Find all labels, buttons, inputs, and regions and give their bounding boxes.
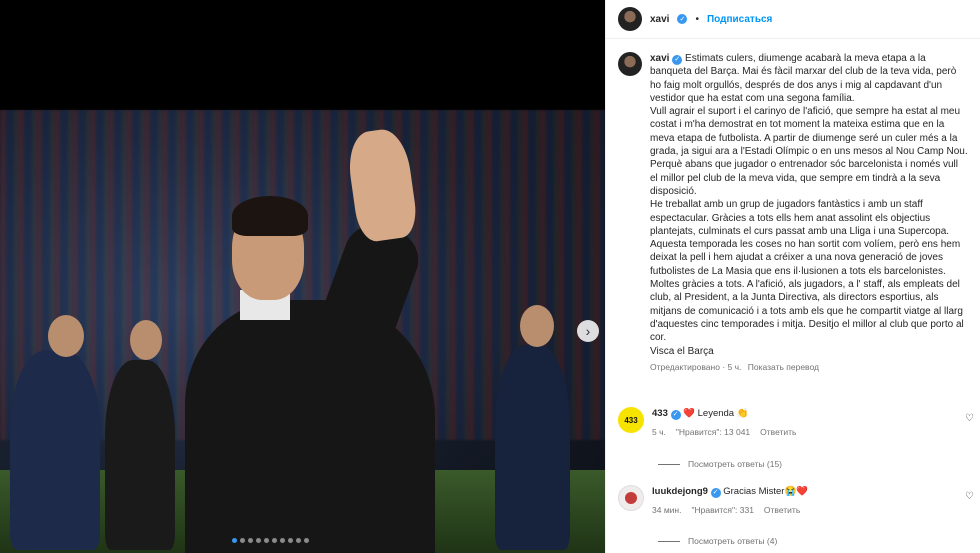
comment: luukdejong9 ✓ Gracias Mister😭❤️ 34 мин. … — [618, 485, 978, 517]
like-comment-heart-icon[interactable]: ♡ — [965, 413, 974, 424]
carousel-dot — [288, 538, 293, 543]
carousel-dot — [296, 538, 301, 543]
verified-badge-icon: ✓ — [670, 409, 681, 420]
comment-body: 433 ✓ ❤️ Leyenda 👏 5 ч. "Нравится": 13 0… — [652, 407, 952, 439]
next-slide-button[interactable]: › — [577, 320, 599, 342]
commenter-username[interactable]: luukdejong9 — [652, 486, 708, 497]
comment-meta: 34 мин. "Нравится": 331 Ответить — [652, 504, 952, 517]
replies-divider — [658, 463, 680, 465]
translate-link[interactable]: Показать перевод — [748, 362, 819, 372]
view-replies-label: Посмотреть ответы (4) — [688, 536, 778, 546]
comment-time: 5 ч. — [652, 427, 666, 437]
post-header: xavi ✓ • Подписаться — [606, 0, 980, 39]
replies-divider — [658, 540, 680, 542]
club-crest-icon — [625, 492, 637, 504]
caption-text: Estimats culers, diumenge acabarà la mev… — [650, 53, 968, 357]
author-username[interactable]: xavi — [650, 14, 669, 25]
commenter-avatar[interactable] — [618, 485, 644, 511]
post-image[interactable]: › — [0, 0, 605, 553]
coach-hair — [232, 196, 308, 236]
caption-body: xavi ✓ Estimats culers, diumenge acabarà… — [650, 52, 968, 358]
carousel-dot — [256, 538, 261, 543]
comment: 433 433 ✓ ❤️ Leyenda 👏 5 ч. "Нравится": … — [618, 407, 978, 439]
background-player-head — [520, 305, 554, 347]
comment-meta: 5 ч. "Нравится": 13 041 Ответить — [652, 426, 952, 439]
caption-time: 5 ч. — [727, 361, 742, 372]
like-comment-heart-icon[interactable]: ♡ — [965, 491, 974, 502]
chevron-right-icon: › — [585, 323, 591, 339]
carousel-dot — [280, 538, 285, 543]
comment-text: Gracias Mister😭❤️ — [723, 486, 809, 497]
background-player — [10, 350, 100, 550]
view-replies-button[interactable]: Посмотреть ответы (4) — [658, 536, 777, 546]
reply-button[interactable]: Ответить — [764, 504, 800, 517]
verified-badge-icon: ✓ — [677, 14, 688, 24]
caption-meta: Отредактировано · 5 ч. Показать перевод — [650, 361, 819, 372]
caption-username[interactable]: xavi — [650, 53, 669, 64]
carousel-dot — [232, 538, 237, 543]
reply-button[interactable]: Ответить — [760, 426, 796, 439]
instagram-post-view: › xavi ✓ • Подписаться xavi ✓ Estimats c… — [0, 0, 980, 553]
author-avatar[interactable] — [618, 7, 642, 31]
background-staff-head — [130, 320, 162, 360]
header-separator: • — [695, 13, 699, 25]
caption-avatar[interactable] — [618, 52, 642, 76]
comment-body: luukdejong9 ✓ Gracias Mister😭❤️ 34 мин. … — [652, 485, 952, 517]
post-sidebar: xavi ✓ • Подписаться xavi ✓ Estimats cul… — [605, 0, 980, 553]
comment-likes[interactable]: "Нравится": 13 041 — [676, 426, 750, 439]
carousel-dot — [272, 538, 277, 543]
comment-time: 34 мин. — [652, 505, 682, 515]
follow-button[interactable]: Подписаться — [707, 14, 772, 25]
comment-likes[interactable]: "Нравится": 331 — [691, 504, 753, 517]
edited-label: Отредактировано — [650, 361, 720, 372]
comment-text: Leyenda 👏 — [697, 408, 749, 419]
commenter-username[interactable]: 433 — [652, 408, 668, 419]
view-replies-label: Посмотреть ответы (15) — [688, 459, 782, 469]
verified-badge-icon: ✓ — [672, 54, 683, 65]
carousel-dot — [264, 538, 269, 543]
comment-heart-emoji: ❤️ — [683, 408, 695, 419]
carousel-dot — [240, 538, 245, 543]
image-top-area — [0, 0, 605, 110]
background-staff — [105, 360, 175, 550]
view-replies-button[interactable]: Посмотреть ответы (15) — [658, 459, 782, 469]
carousel-dots — [232, 538, 309, 543]
background-player-head — [48, 315, 84, 357]
verified-badge-icon: ✓ — [710, 487, 721, 498]
commenter-avatar[interactable]: 433 — [618, 407, 644, 433]
coach-body — [185, 300, 435, 553]
post-caption: xavi ✓ Estimats culers, diumenge acabarà… — [618, 52, 973, 372]
background-player — [495, 345, 570, 550]
carousel-dot — [248, 538, 253, 543]
carousel-dot — [304, 538, 309, 543]
